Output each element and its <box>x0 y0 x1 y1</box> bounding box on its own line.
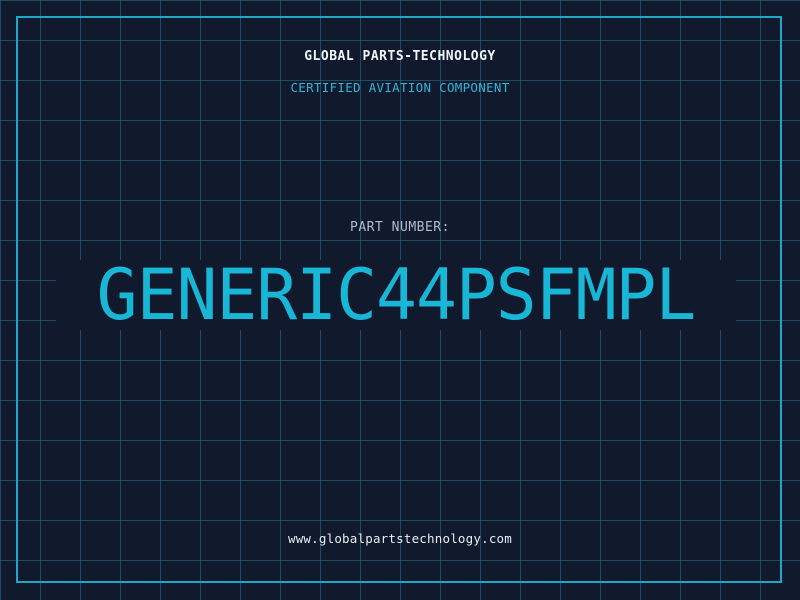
brand-name: GLOBAL PARTS-TECHNOLOGY <box>304 49 496 64</box>
part-number-value: GENERIC44PSFMPL <box>96 254 697 336</box>
part-number-panel: GENERIC44PSFMPL <box>56 260 736 330</box>
part-number-label: PART NUMBER: <box>350 220 450 235</box>
tagline: CERTIFIED AVIATION COMPONENT <box>290 80 510 95</box>
website-url: www.globalpartstechnology.com <box>287 531 513 546</box>
